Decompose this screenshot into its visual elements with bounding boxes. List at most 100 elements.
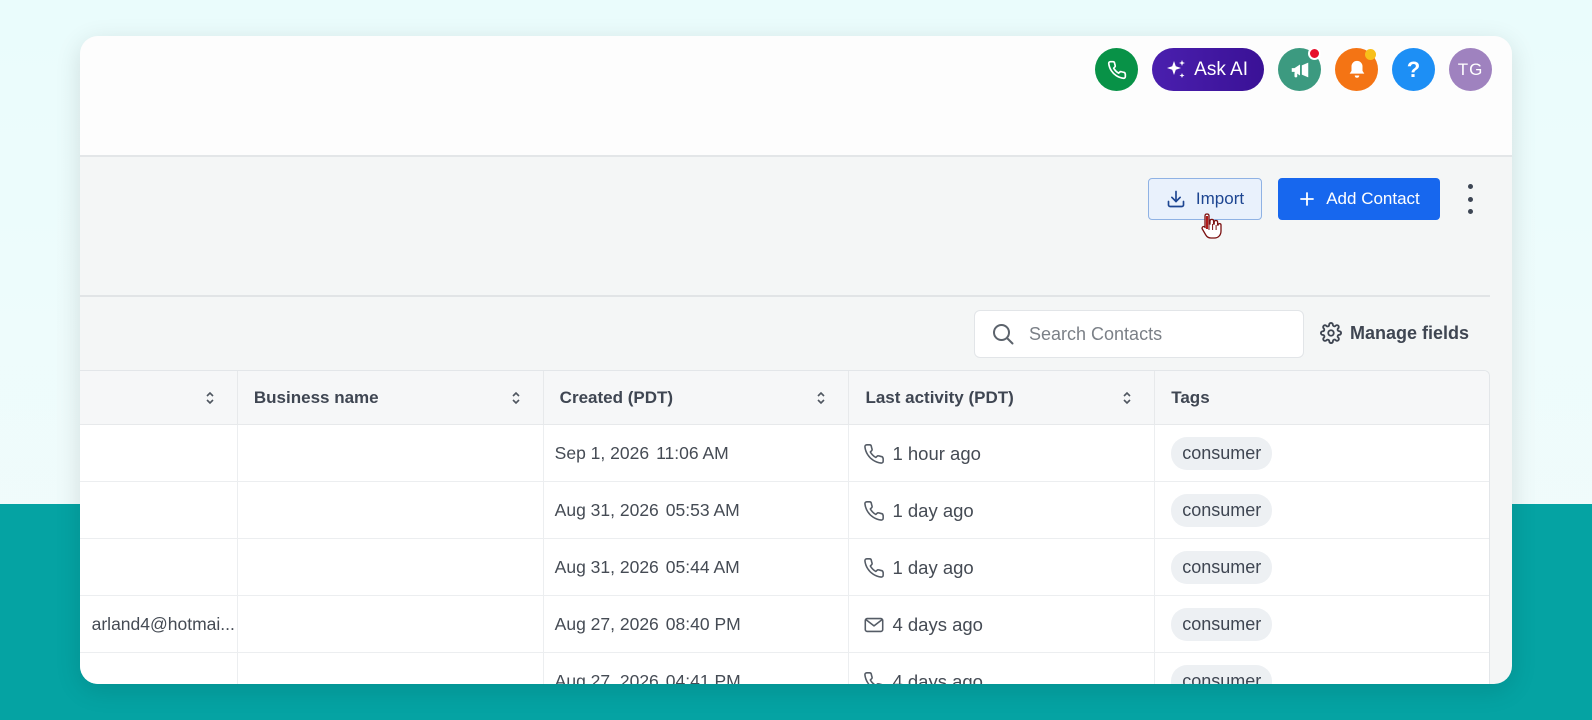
search-icon: [993, 324, 1014, 345]
created-date: Sep 1, 2026: [554, 443, 650, 463]
business-name-cell: [238, 653, 544, 684]
tags-cell: consumer: [1155, 425, 1489, 482]
created-cell: Sep 1, 2026 11:06 AM: [544, 425, 850, 482]
ask-ai-button[interactable]: Ask AI: [1152, 48, 1264, 91]
last-activity-text: 4 days ago: [892, 670, 983, 685]
created-time: 05:44 AM: [665, 557, 740, 577]
tags-cell: consumer: [1155, 482, 1489, 539]
column-header-created[interactable]: Created (PDT): [544, 371, 850, 425]
table-row[interactable]: Aug 27, 2026 04:41 PM 4 days ago consume…: [80, 653, 1489, 684]
tags-cell: consumer: [1155, 539, 1489, 596]
last-activity-cell: 1 day ago: [849, 539, 1156, 596]
created-date: Aug 27, 2026: [554, 671, 659, 684]
last-activity-cell: 4 days ago: [849, 653, 1156, 685]
notification-dot: [1365, 49, 1376, 60]
column-header[interactable]: [80, 371, 238, 425]
email-cell: [80, 482, 238, 539]
tag-badge[interactable]: consumer: [1171, 437, 1273, 470]
help-button[interactable]: ?: [1392, 48, 1435, 91]
phone-icon: [864, 671, 884, 684]
column-header-business-name[interactable]: Business name: [238, 371, 544, 425]
avatar-initials: TG: [1457, 59, 1484, 79]
email-cell: [80, 539, 238, 596]
notification-dot: [1308, 47, 1321, 60]
action-row: Import Add Contact: [80, 178, 1512, 220]
last-activity-text: 4 days ago: [892, 613, 983, 635]
manage-fields-label: Manage fields: [1350, 322, 1470, 343]
add-contact-label: Add Contact: [1326, 189, 1420, 208]
table-header: Business name Created (PDT) Last activit…: [80, 371, 1489, 425]
phone-icon: [1107, 60, 1126, 79]
table-row[interactable]: arland4@hotmai... Aug 27, 2026 08:40 PM …: [80, 596, 1489, 653]
table-row[interactable]: Aug 31, 2026 05:53 AM 1 day ago consumer: [80, 482, 1489, 539]
tag-badge[interactable]: consumer: [1171, 494, 1273, 527]
help-icon: ?: [1406, 56, 1421, 82]
top-bar: Ask AI ? TG: [80, 36, 1512, 157]
column-header-last-activity[interactable]: Last activity (PDT): [849, 371, 1156, 425]
search-box[interactable]: [974, 310, 1304, 358]
add-contact-button[interactable]: Add Contact: [1278, 178, 1440, 220]
last-activity-cell: 1 hour ago: [849, 425, 1156, 482]
column-header-label: Last activity (PDT): [865, 388, 1014, 407]
section-divider: [80, 295, 1490, 297]
business-name-cell: [238, 482, 544, 539]
created-time: 08:40 PM: [665, 614, 741, 634]
phone-icon: [864, 500, 885, 521]
tag-badge[interactable]: consumer: [1171, 551, 1273, 584]
created-date: Aug 31, 2026: [554, 557, 659, 577]
phone-button[interactable]: [1095, 48, 1139, 91]
created-cell: Aug 27, 2026 04:41 PM: [544, 653, 850, 684]
app-window: Ask AI ? TG Import Add Contact Search Co…: [80, 36, 1512, 684]
kebab-dot: [1467, 196, 1473, 202]
created-cell: Aug 31, 2026 05:53 AM: [544, 482, 850, 539]
table-row[interactable]: Sep 1, 2026 11:06 AM 1 hour ago consumer: [80, 425, 1489, 482]
search-input[interactable]: [1029, 323, 1279, 345]
column-header-tags: Tags: [1155, 371, 1489, 425]
mail-icon: [864, 617, 884, 632]
tag-badge[interactable]: consumer: [1171, 608, 1273, 641]
email-cell: [80, 425, 238, 482]
top-icons: Ask AI ? TG: [1095, 47, 1492, 91]
kebab-dot: [1467, 209, 1473, 214]
download-icon: [1167, 190, 1185, 208]
megaphone-icon: [1291, 62, 1308, 77]
created-cell: Aug 27, 2026 08:40 PM: [544, 596, 850, 653]
business-name-cell: [238, 425, 544, 482]
last-activity-text: 1 hour ago: [892, 442, 981, 464]
created-date: Aug 27, 2026: [554, 614, 659, 634]
business-name-cell: [238, 596, 544, 653]
hand-cursor-icon: [1200, 212, 1222, 245]
created-cell: Aug 31, 2026 05:44 AM: [544, 539, 850, 596]
column-header-label: Tags: [1171, 388, 1210, 407]
notifications-button[interactable]: [1335, 48, 1378, 91]
created-time: 05:53 AM: [665, 500, 740, 520]
column-header-label: Created (PDT): [559, 388, 674, 407]
table-row[interactable]: Aug 31, 2026 05:44 AM 1 day ago consumer: [80, 539, 1489, 596]
kebab-dot: [1467, 184, 1473, 189]
more-options-button[interactable]: [1460, 184, 1480, 214]
sort-icon[interactable]: [1122, 390, 1132, 406]
phone-icon: [864, 557, 885, 578]
phone-icon: [864, 443, 885, 464]
column-header-label: Business name: [253, 388, 379, 407]
announcements-button[interactable]: [1278, 47, 1321, 91]
last-activity-text: 1 day ago: [892, 556, 974, 578]
manage-fields-button[interactable]: Manage fields: [1320, 322, 1469, 344]
sort-icon[interactable]: [205, 390, 215, 406]
created-time: 04:41 PM: [665, 671, 741, 684]
avatar[interactable]: TG: [1449, 48, 1492, 91]
ask-ai-label: Ask AI: [1194, 58, 1248, 80]
tags-cell: consumer: [1155, 596, 1489, 653]
last-activity-text: 1 day ago: [892, 499, 974, 521]
sort-icon[interactable]: [816, 390, 826, 406]
gear-icon: [1320, 322, 1342, 344]
sparkle-icon: [1167, 59, 1186, 78]
bell-icon: [1349, 60, 1364, 78]
sort-icon[interactable]: [511, 390, 521, 406]
plus-icon: [1300, 192, 1315, 206]
contacts-table: Business name Created (PDT) Last activit…: [80, 370, 1490, 684]
last-activity-cell: 4 days ago: [849, 596, 1156, 653]
tag-badge[interactable]: consumer: [1171, 665, 1273, 684]
last-activity-cell: 1 day ago: [849, 482, 1156, 539]
created-date: Aug 31, 2026: [554, 500, 659, 520]
